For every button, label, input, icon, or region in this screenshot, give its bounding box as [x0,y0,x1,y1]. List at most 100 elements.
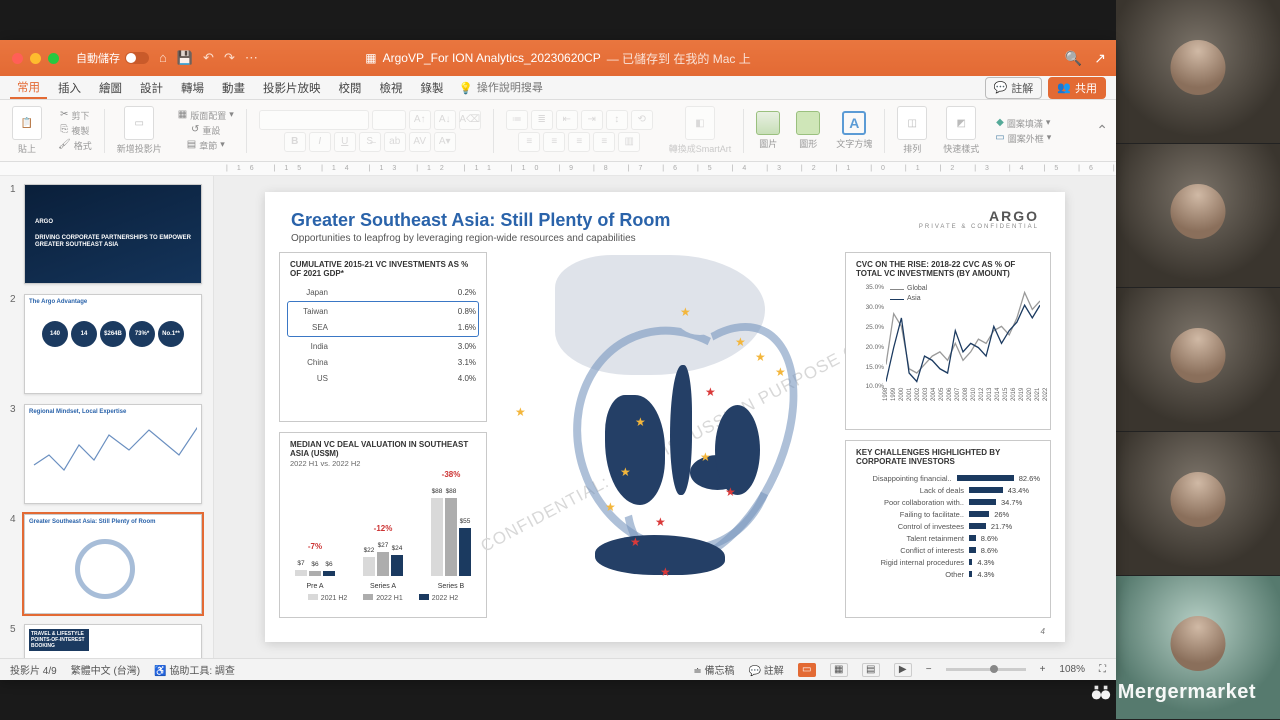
shape-fill-button[interactable]: ◆ 圖案填滿 ▾ [996,117,1050,130]
tab-review[interactable]: 校閱 [332,78,369,98]
font-size-select[interactable] [372,110,406,130]
minimize-window-button[interactable] [30,53,41,64]
shape-outline-button[interactable]: ▭ 圖案外框 ▾ [995,132,1051,145]
underline-button[interactable]: U [334,132,356,152]
strike-button[interactable]: S̶ [359,132,381,152]
tab-draw[interactable]: 繪圖 [92,78,129,98]
tab-animations[interactable]: 動畫 [215,78,252,98]
undo-icon[interactable]: ↶ [203,50,214,66]
title-bar: 自動儲存 ⌂ 💾 ↶ ↷ ⋯ ▦ ArgoVP_For ION Analytic… [0,40,1116,76]
tab-slideshow[interactable]: 投影片放映 [256,78,328,98]
save-icon[interactable]: 💾 [177,50,193,66]
slideshow-view-button[interactable]: ▶ [894,663,912,677]
arrange-button[interactable]: ◫ [897,106,927,140]
slide-content: Greater Southeast Asia: Still Plenty of … [265,192,1065,642]
section-button[interactable]: ▤ 章節 ▾ [187,139,225,152]
shadow-button[interactable]: ab [384,132,406,152]
participant-tile[interactable] [1116,432,1280,576]
columns-button[interactable]: ▥ [618,132,640,152]
paste-button[interactable]: 📋 [12,106,42,140]
insert-picture-button[interactable] [756,111,780,135]
participant-tile[interactable] [1116,288,1280,432]
slide-canvas[interactable]: Greater Southeast Asia: Still Plenty of … [214,176,1116,658]
language-indicator[interactable]: 繁體中文 (台灣) [71,662,140,677]
decrease-font-button[interactable]: A↓ [434,110,456,130]
tab-transitions[interactable]: 轉場 [174,78,211,98]
align-left-button[interactable]: ≡ [518,132,540,152]
sorter-view-button[interactable]: ▦ [830,663,848,677]
smartart-button[interactable]: ◧ [685,106,715,140]
tell-me-search[interactable] [477,82,597,94]
justify-button[interactable]: ≡ [593,132,615,152]
tab-home[interactable]: 常用 [10,77,47,99]
slide-thumbnail-2[interactable]: The Argo Advantage 140 14 $264B 73%* No.… [24,294,202,394]
accessibility-check[interactable]: ♿ 協助工具: 調查 [154,662,235,677]
clear-format-button[interactable]: A⌫ [459,110,481,130]
tell-me-icon: 💡 [459,81,473,95]
participant-tile[interactable] [1116,0,1280,144]
layout-button[interactable]: ▦ 版面配置 ▾ [178,109,234,122]
brand-block: ARGO PRIVATE & CONFIDENTIAL [919,208,1039,230]
quick-access-toolbar: ⌂ 💾 ↶ ↷ ⋯ [159,50,258,66]
highlight-button[interactable]: AV [409,132,431,152]
new-slide-button[interactable]: ▭ [124,106,154,140]
normal-view-button[interactable]: ▭ [798,663,816,677]
tab-record[interactable]: 錄製 [414,78,451,98]
reading-view-button[interactable]: ▤ [862,663,880,677]
italic-button[interactable]: I [309,132,331,152]
cut-icon[interactable]: ✂ [60,109,68,122]
insert-textbox-button[interactable]: A [842,111,866,135]
indent-right-button[interactable]: ⇥ [581,110,603,130]
bold-button[interactable]: B [284,132,306,152]
align-center-button[interactable]: ≡ [543,132,565,152]
close-window-button[interactable] [12,53,23,64]
autosave-toggle[interactable]: 自動儲存 [76,50,149,66]
increase-font-button[interactable]: A↑ [409,110,431,130]
copy-icon[interactable]: ⎘ [60,124,68,137]
history-icon[interactable]: ↗ [1094,50,1106,67]
ribbon-collapse-icon[interactable]: ⌃ [1096,122,1108,139]
tab-view[interactable]: 檢視 [373,78,410,98]
search-icon[interactable]: 🔍 [1065,50,1082,67]
slide-thumbnail-5[interactable]: TRAVEL & LIFESTYLE POINTS-OF-INTEREST BO… [24,624,202,658]
text-direction-button[interactable]: ⟲ [631,110,653,130]
line-spacing-button[interactable]: ↕ [606,110,628,130]
zoom-level[interactable]: 108% [1059,664,1085,675]
comments-pane-button[interactable]: 💬 註解 [749,662,784,677]
share-button[interactable]: 👥 共用 [1048,77,1106,99]
participant-tile[interactable] [1116,144,1280,288]
slide-thumbnail-4[interactable]: Greater Southeast Asia: Still Plenty of … [24,514,202,614]
fullscreen-window-button[interactable] [48,53,59,64]
powerpoint-file-icon: ▦ [365,51,376,65]
tab-design[interactable]: 設計 [133,78,170,98]
window-traffic-lights [12,53,59,64]
slide-thumbnail-1[interactable]: ARGO DRIVING CORPORATE PARTNERSHIPS TO E… [24,184,202,284]
zoom-slider[interactable] [946,668,1026,671]
quick-styles-button[interactable]: ◩ [946,106,976,140]
zoom-out-button[interactable]: − [926,664,932,675]
font-group: A↑ A↓ A⌫ B I U S̶ ab AV A▾ [255,110,485,152]
toggle-switch-icon [125,52,149,64]
clipboard-group: 📋 貼上 [8,106,46,155]
align-right-button[interactable]: ≡ [568,132,590,152]
slide-thumbnail-panel[interactable]: 1 ARGO DRIVING CORPORATE PARTNERSHIPS TO… [0,176,214,658]
mergermarket-watermark: Mergermarket [1090,681,1256,704]
font-family-select[interactable] [259,110,369,130]
redo-icon[interactable]: ↷ [224,50,235,66]
slide-thumbnail-3[interactable]: Regional Mindset, Local Expertise [24,404,202,504]
indent-left-button[interactable]: ⇤ [556,110,578,130]
insert-shape-button[interactable] [796,111,820,135]
bullets-button[interactable]: ≔ [506,110,528,130]
more-icon[interactable]: ⋯ [245,50,258,66]
tab-insert[interactable]: 插入 [51,78,88,98]
comments-button[interactable]: 💬 註解 [985,77,1043,99]
zoom-in-button[interactable]: + [1040,664,1046,675]
format-painter-icon[interactable]: 🖌 [58,139,71,152]
notes-button[interactable]: ≐ 備忘稿 [693,662,734,677]
page-number: 4 [1041,627,1045,636]
font-color-button[interactable]: A▾ [434,132,456,152]
reset-button[interactable]: ↺ 重設 [191,124,220,137]
numbering-button[interactable]: ≣ [531,110,553,130]
home-icon[interactable]: ⌂ [159,50,167,66]
fit-to-window-button[interactable]: ⛶ [1099,664,1106,675]
